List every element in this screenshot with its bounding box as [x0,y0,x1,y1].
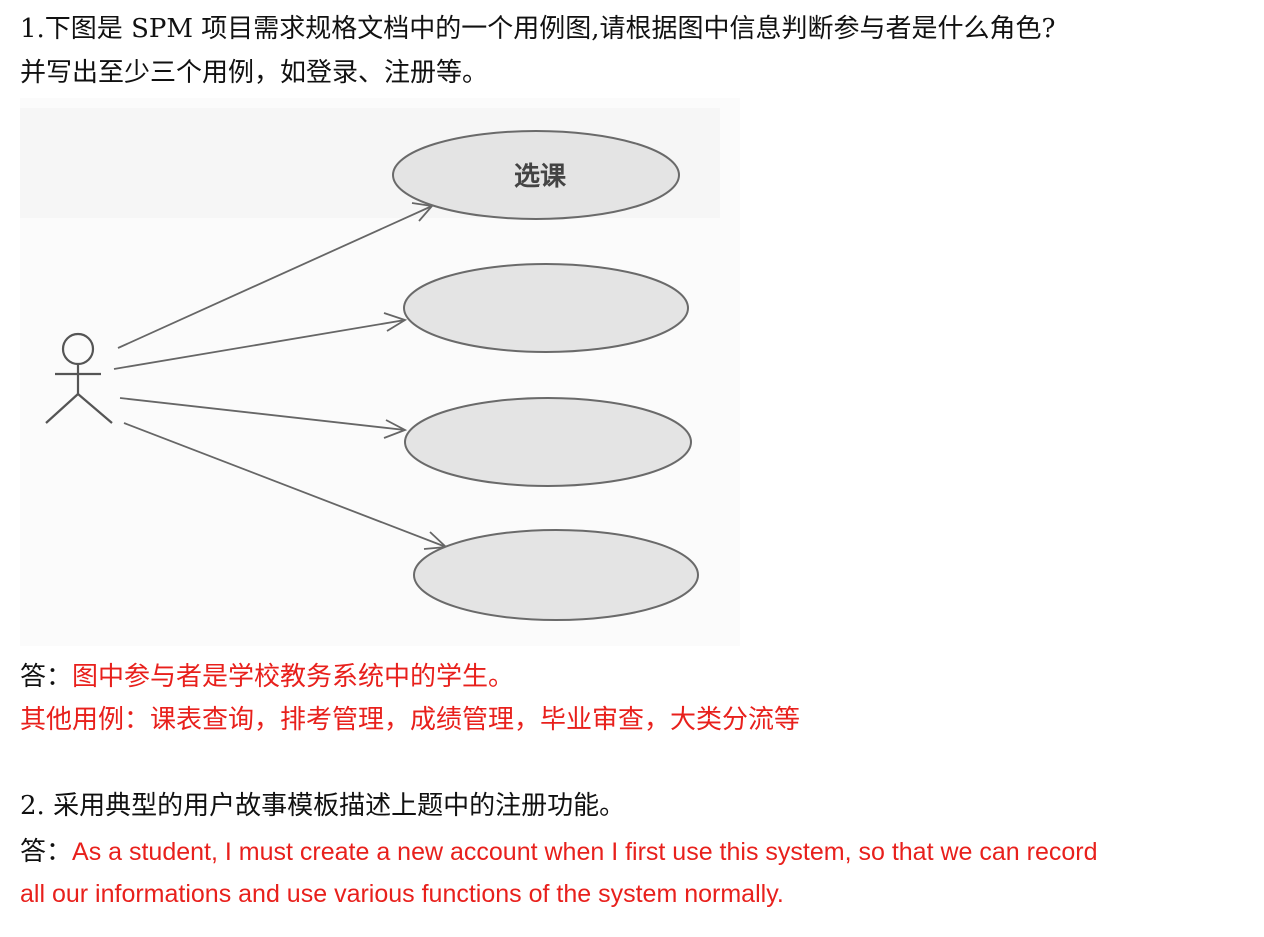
answer-2-prefix: 答： [20,837,73,867]
answer-1-line-2: 其他用例：课表查询，排考管理，成绩管理，毕业审查，大类分流等 [20,705,801,735]
answer-1-prefix: 答： [20,662,73,692]
question-1-line-1: 1.下图是 SPM 项目需求规格文档中的一个用例图,请根据图中信息判断参与者是什… [20,14,1056,44]
answer-2-line-2: all our informations and use various fun… [20,880,784,908]
question-1-line-2: 并写出至少三个用例，如登录、注册等。 [20,58,489,88]
use-case-ellipse-2 [403,263,689,353]
use-case-ellipse-3 [404,397,692,487]
answer-1-line-1: 答：图中参与者是学校教务系统中的学生。 [20,660,514,694]
use-case-diagram: 选课 [20,98,740,646]
use-case-label-1: 选课 [514,162,567,192]
question-2: 2. 采用典型的用户故事模板描述上题中的注册功能。 [20,791,626,821]
answer-2-line-1: 答：As a student, I must create a new acco… [20,835,1098,869]
use-case-ellipse-4 [413,529,699,621]
answer-1-text: 图中参与者是学校教务系统中的学生。 [72,662,515,692]
answer-2-text-1: As a student, I must create a new accoun… [72,838,1098,866]
